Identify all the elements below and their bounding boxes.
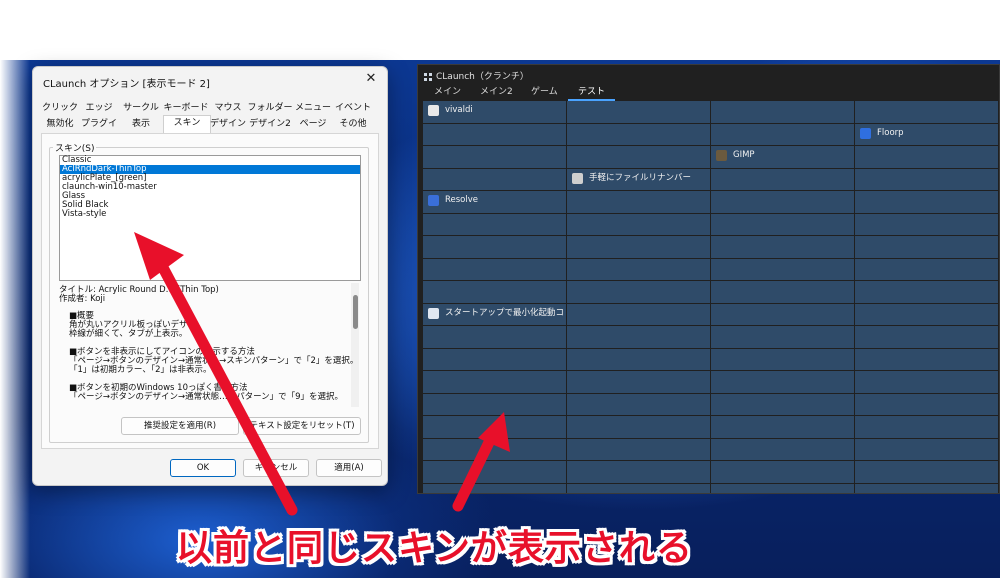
annotation-caption: 以前と同じスキンが表示される — [176, 528, 693, 569]
arrow-to-skin-list — [134, 232, 298, 516]
arrow-to-launcher — [452, 412, 510, 512]
annotation-arrows — [134, 232, 510, 516]
